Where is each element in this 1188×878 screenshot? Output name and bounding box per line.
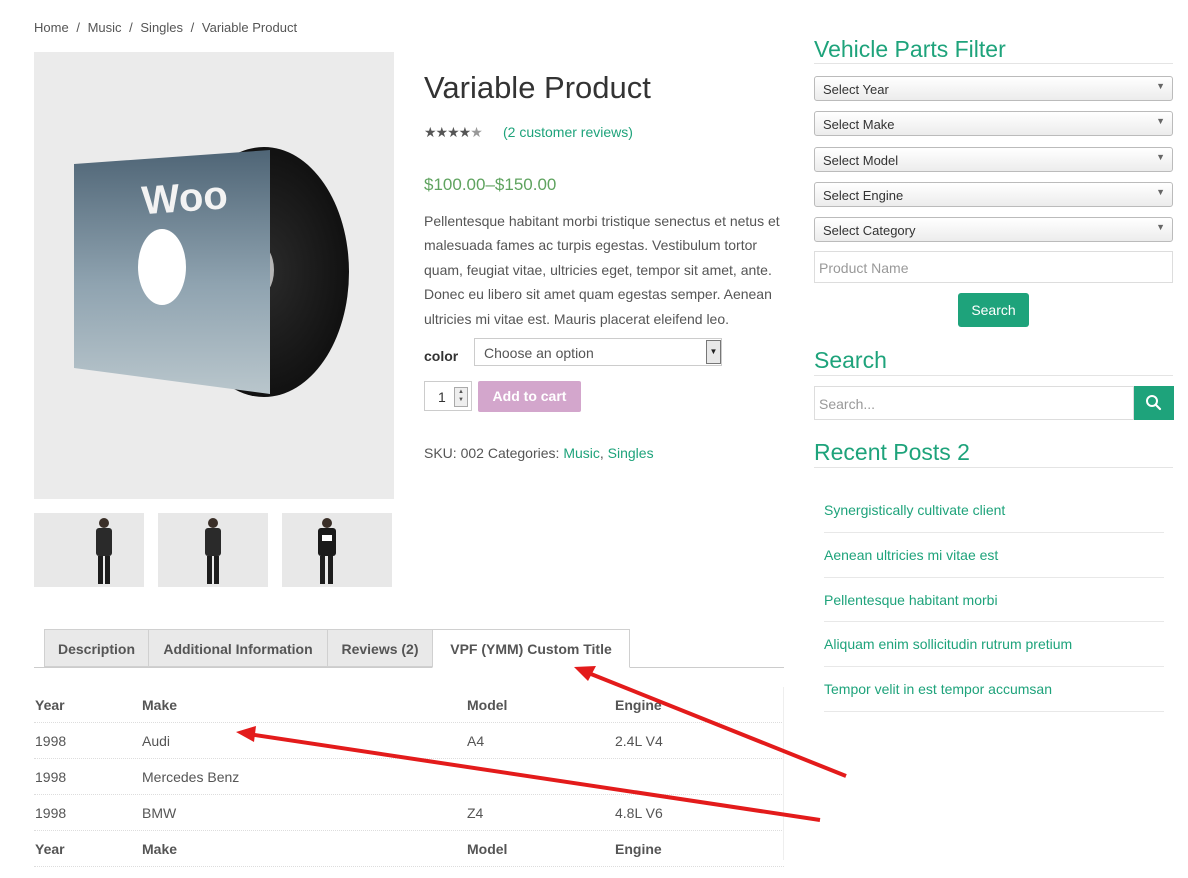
annotation-arrows [236, 666, 847, 822]
arrowhead-icon [236, 726, 256, 742]
annotation-arrow-to-tab [585, 670, 847, 778]
annotation-arrow-to-table [247, 732, 821, 822]
